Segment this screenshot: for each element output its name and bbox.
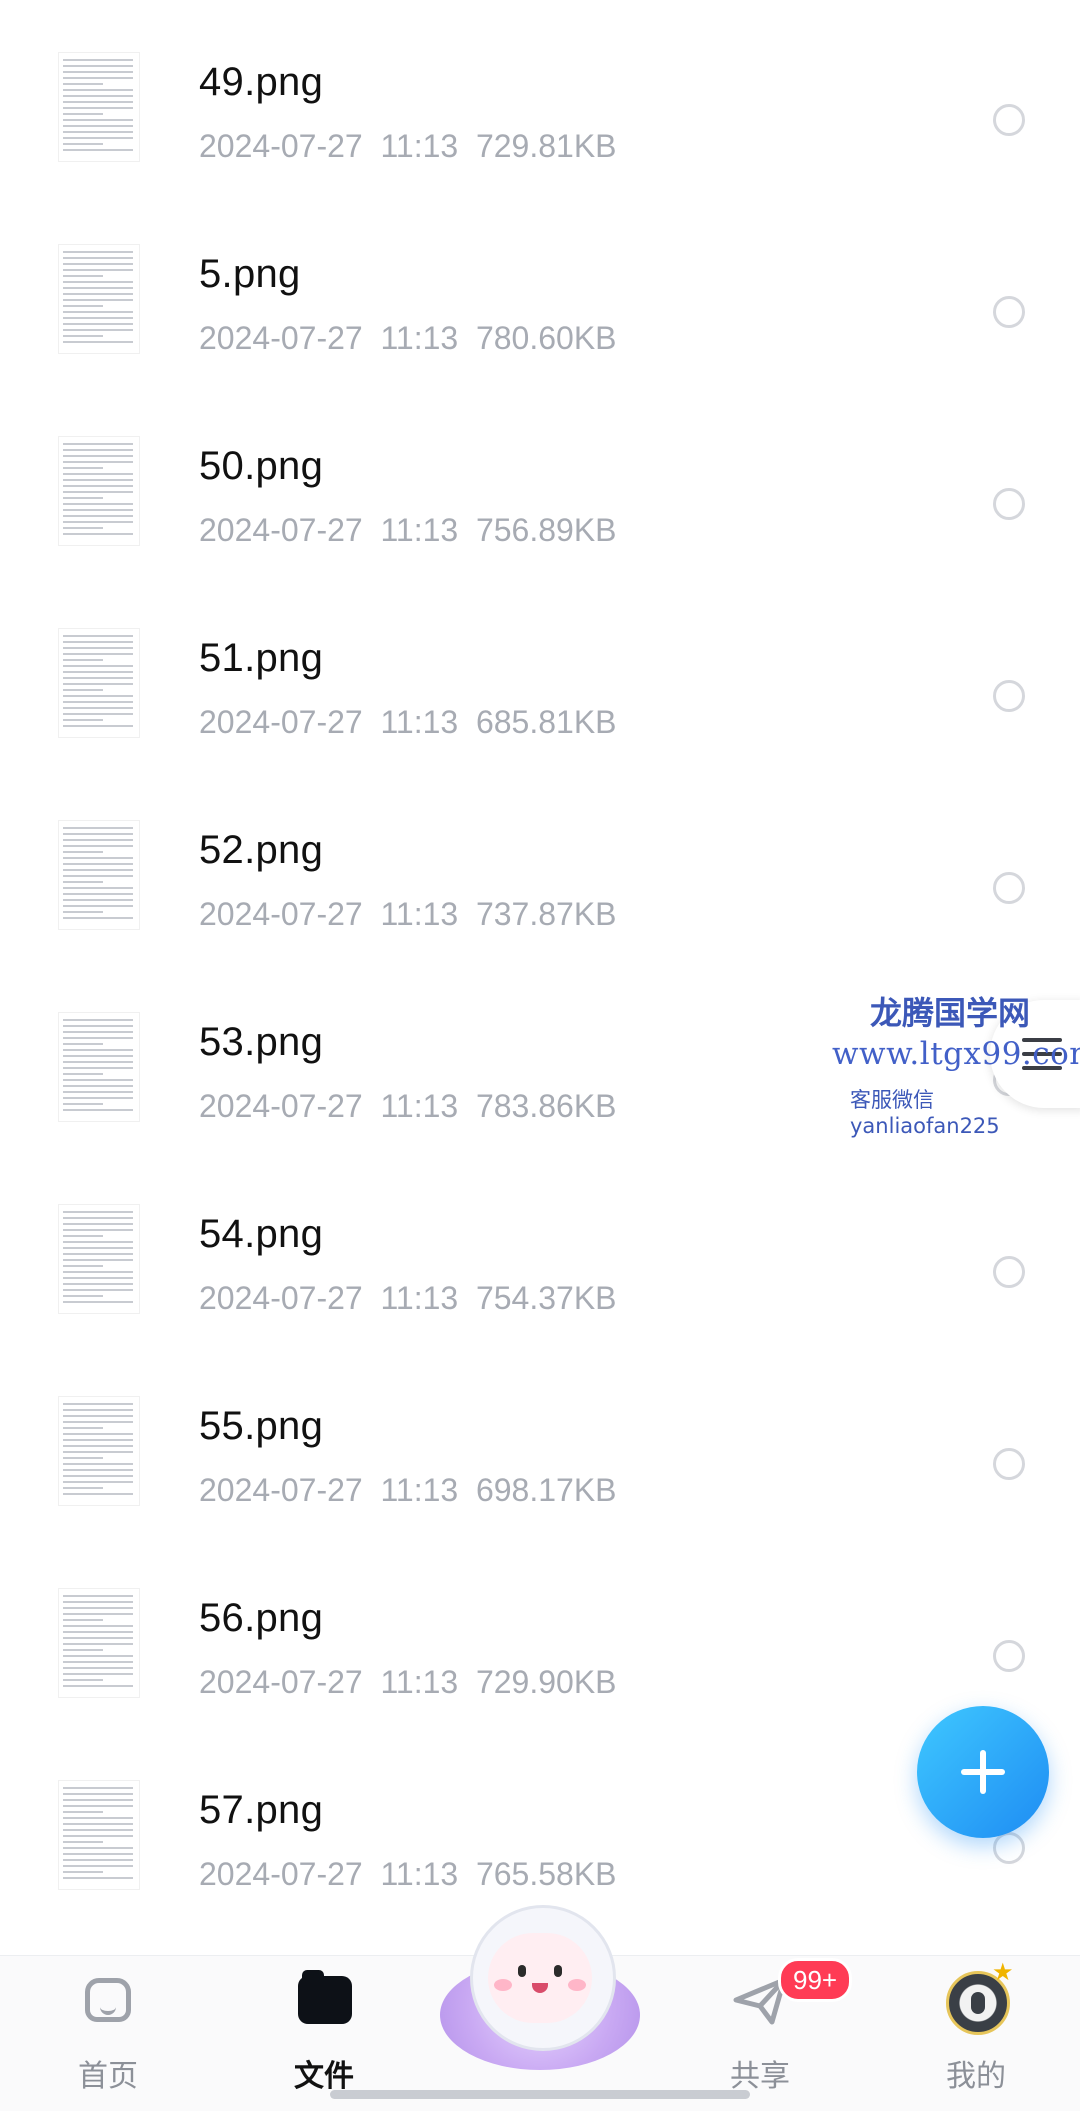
file-thumbnail — [58, 52, 140, 162]
file-meta: 2024-07-27 11:13 729.90KB — [199, 1664, 617, 1701]
watermark-title: 龙腾国学网 — [870, 994, 1031, 1032]
file-date: 2024-07-27 — [199, 512, 363, 548]
file-date: 2024-07-27 — [199, 704, 363, 740]
file-row[interactable]: 55.png 2024-07-27 11:13 698.17KB — [0, 1354, 1080, 1546]
crown-icon: ★ — [992, 1959, 1014, 1986]
file-meta: 2024-07-27 11:13 780.60KB — [199, 320, 617, 357]
file-time: 11:13 — [380, 128, 459, 164]
select-radio[interactable] — [993, 680, 1025, 712]
file-time: 11:13 — [380, 1088, 459, 1124]
file-date: 2024-07-27 — [199, 896, 363, 932]
tab-home-label: 首页 — [78, 2060, 138, 2093]
file-name: 54.png — [199, 1212, 324, 1256]
file-time: 11:13 — [380, 896, 459, 932]
file-name: 57.png — [199, 1788, 324, 1832]
file-time: 11:13 — [380, 512, 459, 548]
file-thumbnail — [58, 1396, 140, 1506]
share-badge: 99+ — [778, 1958, 853, 2002]
file-time: 11:13 — [380, 704, 459, 740]
file-name: 56.png — [199, 1596, 324, 1640]
file-name: 55.png — [199, 1404, 324, 1448]
file-time: 11:13 — [380, 1280, 459, 1316]
file-date: 2024-07-27 — [199, 128, 363, 164]
file-size: 685.81KB — [475, 704, 617, 740]
select-radio[interactable] — [993, 104, 1025, 136]
file-row[interactable]: 56.png 2024-07-27 11:13 729.90KB — [0, 1546, 1080, 1738]
file-row[interactable]: 5.png 2024-07-27 11:13 780.60KB — [0, 202, 1080, 394]
file-date: 2024-07-27 — [199, 1088, 363, 1124]
select-radio[interactable] — [993, 872, 1025, 904]
folder-icon — [298, 1970, 352, 2024]
file-name: 53.png — [199, 1020, 324, 1064]
file-row[interactable]: 54.png 2024-07-27 11:13 754.37KB — [0, 1162, 1080, 1354]
file-thumbnail — [58, 820, 140, 930]
file-size: 783.86KB — [475, 1088, 617, 1124]
file-name: 52.png — [199, 828, 324, 872]
file-name: 50.png — [199, 444, 324, 488]
file-date: 2024-07-27 — [199, 1472, 363, 1508]
file-meta: 2024-07-27 11:13 737.87KB — [199, 896, 617, 933]
select-radio[interactable] — [993, 1448, 1025, 1480]
file-row[interactable]: 51.png 2024-07-27 11:13 685.81KB — [0, 586, 1080, 778]
file-time: 11:13 — [380, 320, 459, 356]
select-radio[interactable] — [993, 1256, 1025, 1288]
file-row[interactable]: 52.png 2024-07-27 11:13 737.87KB — [0, 778, 1080, 970]
file-meta: 2024-07-27 11:13 754.37KB — [199, 1280, 617, 1317]
file-size: 780.60KB — [475, 320, 617, 356]
select-radio[interactable] — [993, 1640, 1025, 1672]
select-radio[interactable] — [993, 1832, 1025, 1864]
file-date: 2024-07-27 — [199, 320, 363, 356]
tab-files[interactable]: 文件 — [244, 1956, 404, 2111]
file-row[interactable]: 49.png 2024-07-27 11:13 729.81KB — [0, 10, 1080, 202]
watermark-url: www.ltgx99.com — [832, 1036, 1080, 1072]
file-thumbnail — [58, 244, 140, 354]
mascot-button[interactable] — [440, 1905, 640, 2070]
tab-mine-label: 我的 — [946, 2060, 1006, 2093]
file-size: 765.58KB — [475, 1856, 617, 1892]
file-thumbnail — [58, 1012, 140, 1122]
file-row[interactable]: 50.png 2024-07-27 11:13 756.89KB — [0, 394, 1080, 586]
file-thumbnail — [58, 1204, 140, 1314]
watermark-contact: 客服微信 yanliaofan225 — [850, 1088, 1000, 1138]
file-date: 2024-07-27 — [199, 1856, 363, 1892]
home-icon — [85, 1978, 131, 2022]
tab-share-label: 共享 — [730, 2060, 790, 2093]
file-size: 754.37KB — [475, 1280, 617, 1316]
file-size: 729.81KB — [475, 128, 617, 164]
file-thumbnail — [58, 1780, 140, 1890]
file-meta: 2024-07-27 11:13 756.89KB — [199, 512, 617, 549]
file-time: 11:13 — [380, 1664, 459, 1700]
file-date: 2024-07-27 — [199, 1280, 363, 1316]
tab-home[interactable]: 首页 — [28, 1956, 188, 2111]
file-name: 51.png — [199, 636, 324, 680]
file-time: 11:13 — [380, 1856, 459, 1892]
file-size: 737.87KB — [475, 896, 617, 932]
file-thumbnail — [58, 1588, 140, 1698]
file-name: 49.png — [199, 60, 324, 104]
file-size: 698.17KB — [475, 1472, 617, 1508]
file-time: 11:13 — [380, 1472, 459, 1508]
file-meta: 2024-07-27 11:13 765.58KB — [199, 1856, 617, 1893]
file-thumbnail — [58, 628, 140, 738]
mascot-icon — [488, 1933, 592, 2023]
select-radio[interactable] — [993, 488, 1025, 520]
select-radio[interactable] — [993, 296, 1025, 328]
tab-mine[interactable]: ★ 我的 — [896, 1956, 1056, 2111]
file-size: 729.90KB — [475, 1664, 617, 1700]
file-thumbnail — [58, 436, 140, 546]
home-indicator — [330, 2090, 750, 2099]
add-button[interactable] — [917, 1706, 1049, 1838]
file-size: 756.89KB — [475, 512, 617, 548]
tab-files-label: 文件 — [294, 2060, 354, 2093]
file-meta: 2024-07-27 11:13 685.81KB — [199, 704, 617, 741]
file-name: 5.png — [199, 252, 301, 296]
file-date: 2024-07-27 — [199, 1664, 363, 1700]
file-meta: 2024-07-27 11:13 698.17KB — [199, 1472, 617, 1509]
file-meta: 2024-07-27 11:13 729.81KB — [199, 128, 617, 165]
file-meta: 2024-07-27 11:13 783.86KB — [199, 1088, 617, 1125]
